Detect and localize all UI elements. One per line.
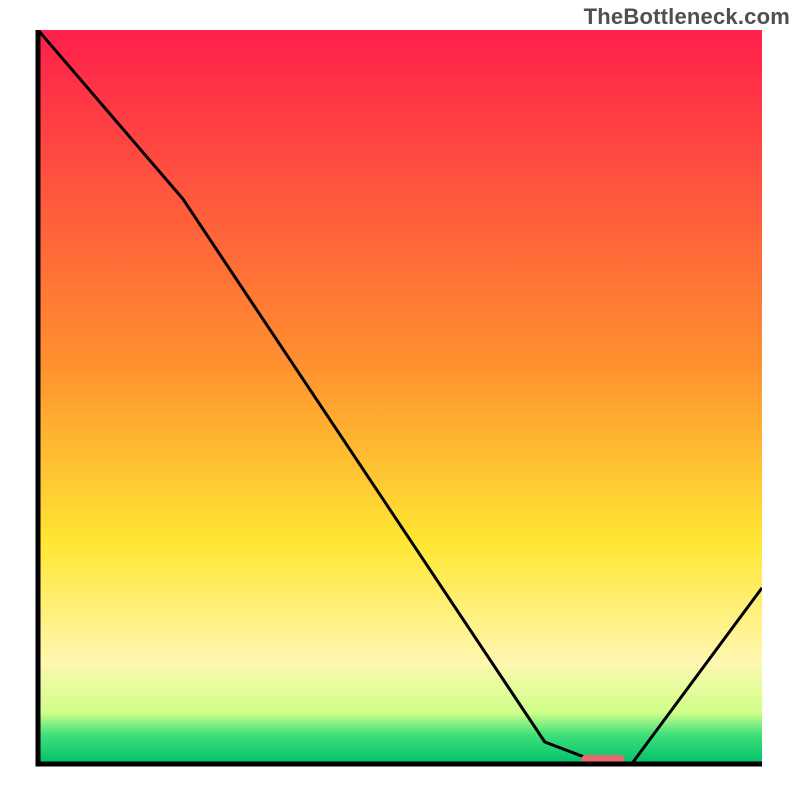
- gradient-background: [38, 30, 762, 764]
- bottleneck-chart: [0, 0, 800, 800]
- watermark-text: TheBottleneck.com: [584, 4, 790, 30]
- chart-stage: TheBottleneck.com: [0, 0, 800, 800]
